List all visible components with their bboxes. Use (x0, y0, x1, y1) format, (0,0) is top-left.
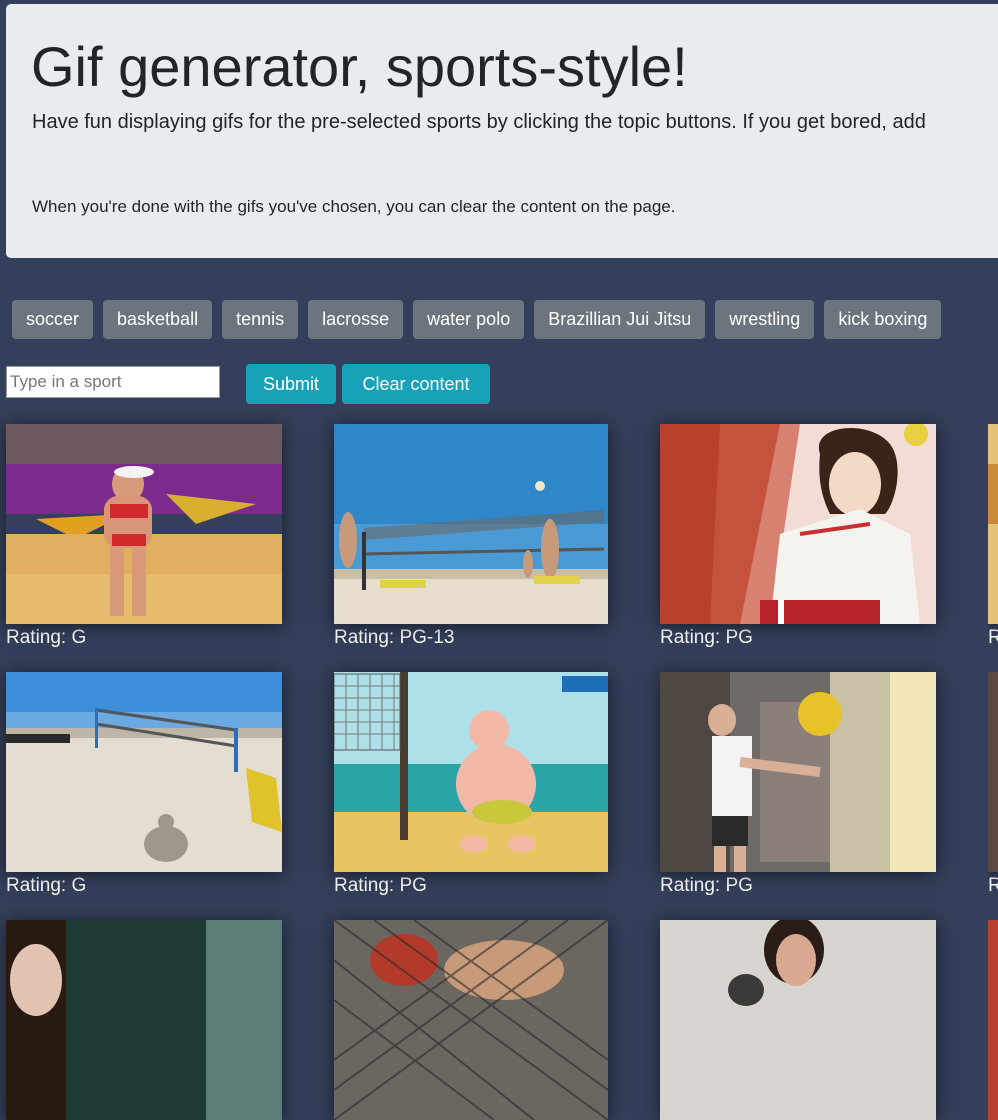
gif-card: Rating: PG (660, 672, 936, 897)
gif-card: Rating: G (6, 424, 282, 649)
gif-card (988, 920, 998, 1120)
gif-image-boxing-training[interactable] (660, 920, 936, 1120)
gif-card: Rating: PG-13 (334, 424, 608, 649)
gif-image-beach-volleyball-court[interactable] (6, 672, 282, 872)
rating-label: R (988, 627, 998, 648)
topic-button-basketball[interactable]: basketball (103, 300, 213, 339)
gif-image-bedroom-volleyball[interactable] (660, 672, 936, 872)
gif-card: Rating: G (6, 672, 282, 897)
rating-label: Rating: PG (660, 875, 753, 896)
topic-button-kick-boxing[interactable]: kick boxing (824, 300, 942, 339)
gif-image-beach-volleyball-net[interactable] (334, 424, 608, 624)
gif-card: R (988, 424, 998, 649)
page-title: Gif generator, sports-style! (31, 35, 688, 98)
topic-button-lacrosse[interactable]: lacrosse (308, 300, 404, 339)
clear-note-text: When you're done with the gifs you've ch… (32, 197, 676, 216)
topic-button-soccer[interactable]: soccer (12, 300, 94, 339)
gif-card: Rating: PG (334, 672, 608, 897)
rating-label: Rating: PG (660, 627, 753, 648)
topic-button-wrestling[interactable]: wrestling (715, 300, 815, 339)
topic-button-bjj[interactable]: Brazillian Jui Jitsu (534, 300, 706, 339)
gif-image-cage-fight[interactable] (334, 920, 608, 1120)
gif-image-cartoon-volleyball[interactable] (334, 672, 608, 872)
gif-image-beach-volleyball-player[interactable] (6, 424, 282, 624)
rating-label: Rating: PG (334, 875, 427, 896)
gif-image-anime-volleyball[interactable] (660, 424, 936, 624)
clear-content-button[interactable]: Clear content (342, 364, 490, 404)
rating-label: Rating: PG-13 (334, 627, 455, 648)
gif-card: Rating: PG (660, 424, 936, 649)
submit-button[interactable]: Submit (246, 364, 336, 404)
header-jumbotron: Gif generator, sports-style! Have fun di… (6, 4, 998, 258)
gif-card (6, 920, 282, 1120)
gif-card: R (988, 672, 998, 897)
gif-image-woman-portrait[interactable] (6, 920, 282, 1120)
lead-text: Have fun displaying gifs for the pre-sel… (32, 111, 926, 133)
gif-image-partial[interactable] (988, 424, 998, 624)
gif-card (660, 920, 936, 1120)
gif-card (334, 920, 608, 1120)
sport-input[interactable] (6, 366, 220, 398)
gif-image-partial[interactable] (988, 672, 998, 872)
gif-image-partial[interactable] (988, 920, 998, 1120)
rating-label: Rating: G (6, 875, 87, 896)
topic-button-water-polo[interactable]: water polo (413, 300, 525, 339)
topic-buttons: soccer basketball tennis lacrosse water polo… (12, 300, 998, 340)
topic-button-tennis[interactable]: tennis (222, 300, 299, 339)
rating-label: Rating: G (6, 627, 87, 648)
rating-label: R (988, 875, 998, 896)
